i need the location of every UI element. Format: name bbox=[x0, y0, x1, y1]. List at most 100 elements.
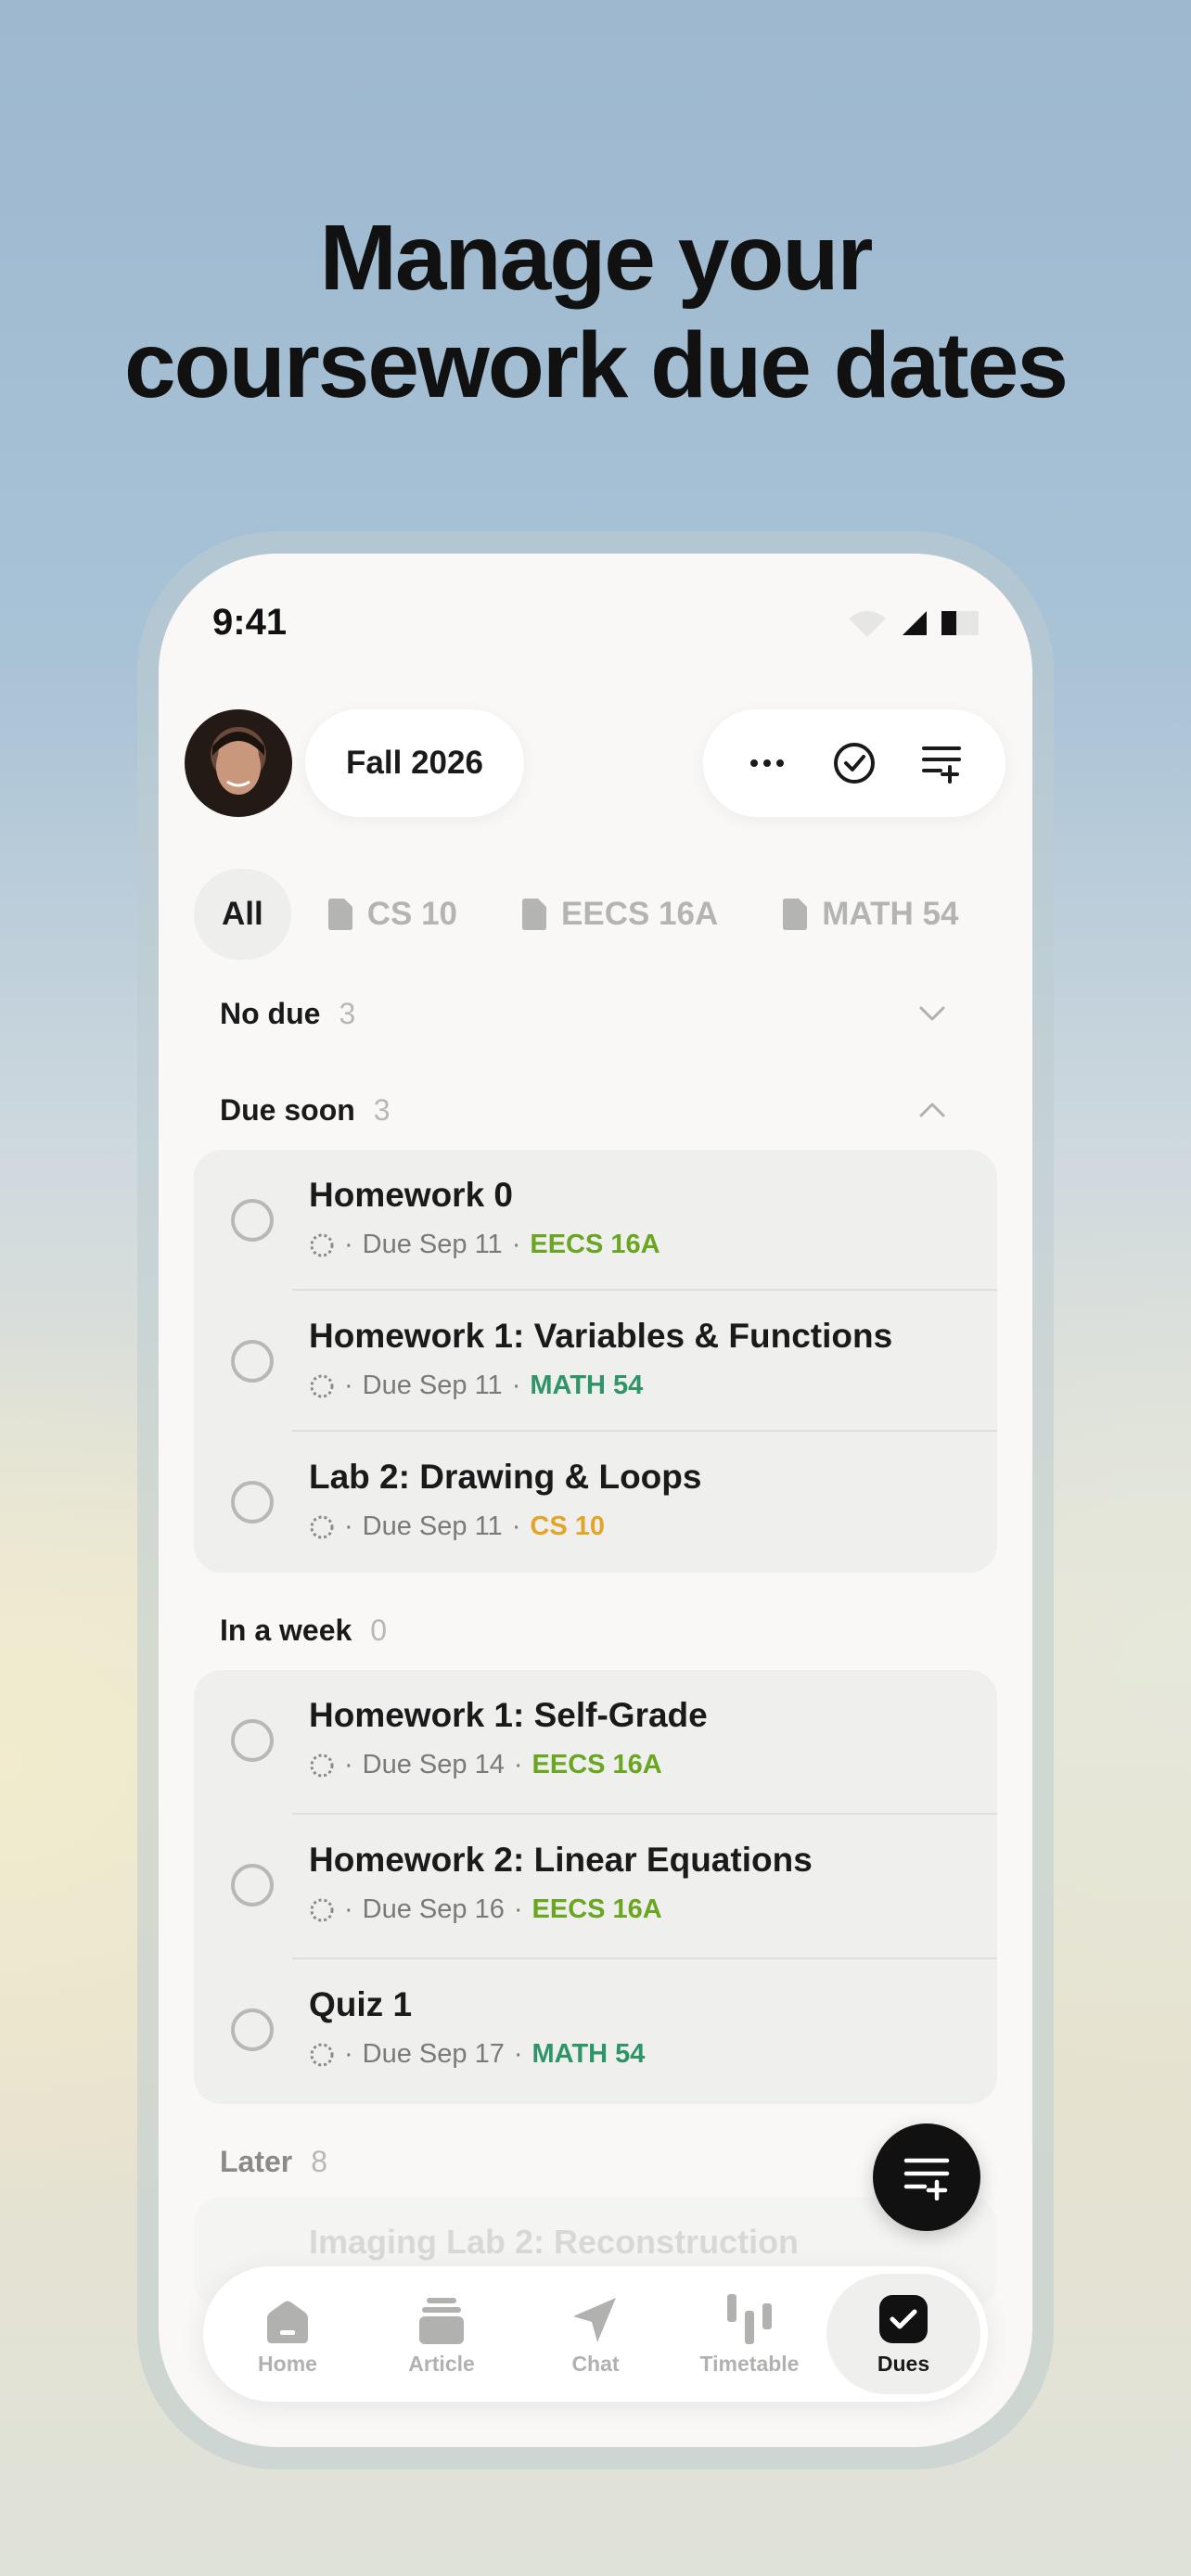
filter-cs10[interactable]: CS 10 bbox=[299, 869, 485, 960]
section-no-due[interactable]: No due 3 bbox=[220, 986, 975, 1041]
task-due: Due Sep 17 bbox=[362, 2039, 505, 2069]
header-actions bbox=[703, 709, 1005, 817]
task-item[interactable]: Lab 2: Drawing & Loops · Due Sep 11 · CS… bbox=[194, 1432, 997, 1573]
progress-dashed-icon bbox=[310, 1374, 334, 1397]
separator: · bbox=[344, 1511, 353, 1541]
more-button[interactable] bbox=[735, 731, 800, 796]
progress-dashed-icon bbox=[310, 1753, 334, 1777]
section-due-soon-count: 3 bbox=[373, 1092, 391, 1127]
task-item[interactable]: Homework 1: Self-Grade · Due Sep 14 · EE… bbox=[194, 1670, 997, 1815]
separator: · bbox=[513, 2039, 523, 2069]
task-item[interactable]: Quiz 1 · Due Sep 17 · MATH 54 bbox=[194, 1959, 997, 2104]
semester-label: Fall 2026 bbox=[346, 745, 483, 781]
task-course: MATH 54 bbox=[531, 2039, 646, 2069]
avatar[interactable] bbox=[185, 709, 292, 817]
add-list-icon bbox=[922, 746, 961, 784]
task-item[interactable]: Homework 2: Linear Equations · Due Sep 1… bbox=[194, 1815, 997, 1959]
section-in-a-week-label: In a week bbox=[220, 1613, 352, 1647]
separator: · bbox=[511, 1511, 521, 1541]
progress-dashed-icon bbox=[310, 1233, 334, 1256]
task-title: Homework 1: Self-Grade bbox=[309, 1696, 708, 1734]
tab-timetable[interactable]: Timetable bbox=[672, 2274, 826, 2394]
in-a-week-card: Homework 1: Self-Grade · Due Sep 14 · EE… bbox=[194, 1670, 997, 2104]
tab-timetable-label: Timetable bbox=[699, 2351, 800, 2376]
separator: · bbox=[511, 1230, 521, 1259]
task-title: Homework 0 bbox=[309, 1176, 514, 1214]
document-icon bbox=[327, 899, 352, 930]
task-checkbox[interactable] bbox=[231, 1340, 274, 1383]
task-meta: · Due Sep 14 · EECS 16A bbox=[309, 1750, 662, 1780]
task-course: EECS 16A bbox=[531, 1894, 662, 1924]
task-item[interactable]: Homework 1: Variables & Functions · Due … bbox=[194, 1291, 997, 1432]
headline: Manage your coursework due dates bbox=[0, 204, 1191, 419]
section-due-soon-label: Due soon bbox=[220, 1092, 355, 1127]
separator: · bbox=[344, 1894, 353, 1924]
task-title: Quiz 1 bbox=[309, 1985, 413, 2023]
task-title[interactable]: Imaging Lab 2: Reconstruction bbox=[309, 2223, 799, 2262]
section-in-a-week[interactable]: In a week 0 bbox=[220, 1602, 975, 1658]
dues-icon bbox=[879, 2294, 928, 2343]
task-checkbox[interactable] bbox=[231, 1481, 274, 1524]
signal-icon bbox=[903, 611, 927, 635]
more-icon bbox=[750, 759, 784, 767]
task-item[interactable]: Homework 0 · Due Sep 11 · EECS 16A bbox=[194, 1150, 997, 1291]
completed-button[interactable] bbox=[822, 731, 887, 796]
tab-dues[interactable]: Dues bbox=[826, 2274, 980, 2394]
avatar-face-icon bbox=[212, 732, 264, 795]
separator: · bbox=[344, 1230, 353, 1259]
section-in-a-week-count: 0 bbox=[370, 1613, 388, 1647]
tab-chat[interactable]: Chat bbox=[519, 2274, 672, 2394]
section-later-count: 8 bbox=[311, 2144, 328, 2178]
task-title: Homework 1: Variables & Functions bbox=[309, 1317, 893, 1355]
section-no-due-label: No due bbox=[220, 996, 321, 1030]
task-meta: · Due Sep 16 · EECS 16A bbox=[309, 1894, 662, 1925]
task-checkbox[interactable] bbox=[231, 1719, 274, 1762]
add-list-icon bbox=[903, 2158, 950, 2200]
task-title: Homework 2: Linear Equations bbox=[309, 1841, 813, 1879]
document-icon bbox=[522, 899, 547, 930]
task-due: Due Sep 14 bbox=[362, 1750, 505, 1779]
tab-bar: Home Article Chat Timetable Dues bbox=[203, 2266, 988, 2402]
task-due: Due Sep 11 bbox=[362, 1230, 503, 1259]
chevron-up-icon bbox=[919, 1103, 945, 1117]
course-filter: All CS 10 EECS 16A MATH 54 bbox=[194, 869, 993, 960]
document-icon bbox=[783, 899, 808, 930]
section-due-soon[interactable]: Due soon 3 bbox=[220, 1082, 975, 1138]
tab-chat-label: Chat bbox=[571, 2351, 620, 2376]
add-task-button[interactable] bbox=[909, 731, 974, 796]
task-checkbox[interactable] bbox=[231, 1199, 274, 1242]
wifi-icon bbox=[849, 611, 886, 637]
task-course: CS 10 bbox=[530, 1511, 605, 1541]
headline-line-1: Manage your bbox=[319, 206, 874, 310]
filter-eecs16a[interactable]: EECS 16A bbox=[493, 869, 746, 960]
chat-icon bbox=[573, 2297, 616, 2342]
task-course: EECS 16A bbox=[531, 1750, 662, 1779]
add-task-fab[interactable] bbox=[873, 2123, 980, 2231]
semester-selector[interactable]: Fall 2026 bbox=[305, 709, 524, 817]
status-icons bbox=[847, 609, 979, 637]
progress-dashed-icon bbox=[310, 1515, 334, 1538]
home-icon bbox=[267, 2301, 308, 2343]
task-checkbox[interactable] bbox=[231, 1864, 274, 1906]
battery-icon bbox=[941, 611, 979, 635]
task-due: Due Sep 16 bbox=[362, 1894, 505, 1924]
task-meta: · Due Sep 17 · MATH 54 bbox=[309, 2039, 645, 2070]
tab-article[interactable]: Article bbox=[365, 2274, 519, 2394]
due-soon-card: Homework 0 · Due Sep 11 · EECS 16A Homew… bbox=[194, 1150, 997, 1573]
tab-dues-label: Dues bbox=[877, 2351, 930, 2376]
separator: · bbox=[513, 1894, 523, 1924]
filter-all-label: All bbox=[222, 896, 263, 932]
status-time: 9:41 bbox=[212, 602, 288, 643]
filter-eecs16a-label: EECS 16A bbox=[561, 896, 719, 932]
progress-dashed-icon bbox=[310, 2043, 334, 2066]
filter-all[interactable]: All bbox=[194, 869, 291, 960]
task-checkbox[interactable] bbox=[231, 2009, 274, 2051]
separator: · bbox=[344, 1750, 353, 1779]
tab-home-label: Home bbox=[258, 2351, 317, 2376]
tab-home[interactable]: Home bbox=[211, 2274, 365, 2394]
section-later[interactable]: Later 8 bbox=[220, 2134, 975, 2189]
headline-line-2: coursework due dates bbox=[124, 313, 1069, 417]
timetable-icon bbox=[727, 2293, 772, 2344]
separator: · bbox=[511, 1371, 521, 1400]
filter-math54[interactable]: MATH 54 bbox=[753, 869, 986, 960]
